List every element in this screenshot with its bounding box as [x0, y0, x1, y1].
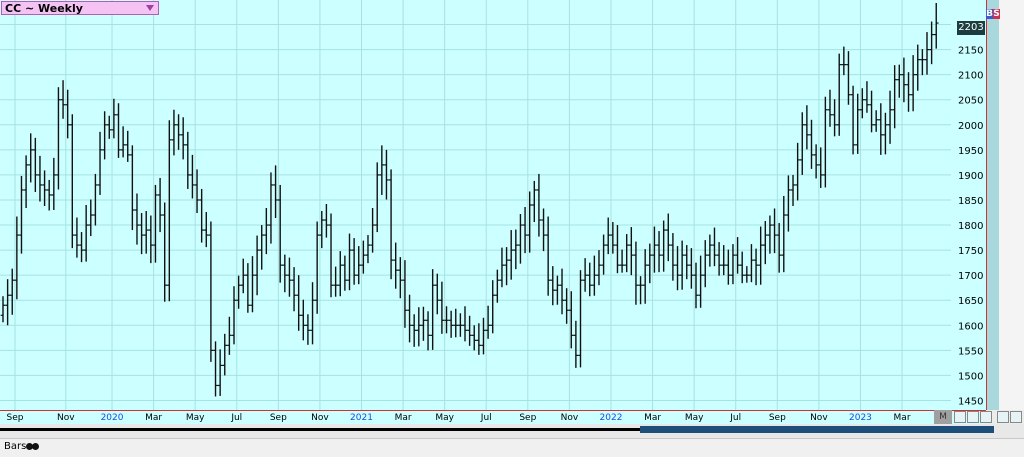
x-tick-label: Sep: [270, 413, 287, 423]
symbol-title: CC ~ Weekly: [5, 2, 83, 15]
x-tick-label: 2021: [350, 413, 373, 423]
y-tick-label: 2150: [958, 46, 983, 57]
y-tick-label: 2000: [958, 121, 983, 132]
x-tick-label: Sep: [7, 413, 24, 423]
y-tick-label: 1900: [958, 171, 983, 182]
y-tick-label: 1500: [958, 371, 983, 382]
x-tick-label: Nov: [561, 413, 579, 423]
y-tick-label: 1700: [958, 271, 983, 282]
scroll-right-icon[interactable]: [1010, 411, 1022, 423]
ohlc-chart: 1450 1500 1550 1600 1650 1700 1750 1800 1850 1900…: [0, 0, 983, 423]
x-tick-label: Sep: [769, 413, 786, 423]
x-tick-label: Nov: [810, 413, 828, 423]
y-tick-label: 2100: [958, 71, 983, 82]
x-tick-label: Sep: [519, 413, 536, 423]
y-tick-label: 2050: [958, 96, 983, 107]
x-tick-label: Mar: [395, 413, 412, 423]
x-tick-label: Mar: [894, 413, 911, 423]
zoom-in-icon[interactable]: [967, 411, 979, 423]
x-tick-label: 2022: [600, 413, 623, 423]
y-tick-label: 1450: [958, 396, 983, 407]
last-price-badge: 2203: [957, 21, 985, 35]
x-tick-label: Jul: [729, 413, 741, 423]
axis-edge-label: M: [934, 410, 952, 424]
status-bar: [0, 438, 1024, 457]
symbol-selector[interactable]: CC ~ Weekly: [1, 1, 159, 15]
x-tick-label: Jul: [230, 413, 242, 423]
x-tick-label: 2020: [101, 413, 124, 423]
sell-button[interactable]: S: [993, 9, 1000, 19]
x-tick-label: May: [685, 413, 704, 423]
order-buttons: BS: [986, 9, 1000, 19]
zoom-out-icon[interactable]: [954, 411, 966, 423]
y-tick-label: 1550: [958, 346, 983, 357]
y-tick-label: 1850: [958, 196, 983, 207]
dropdown-arrow-icon: [146, 5, 154, 11]
x-tick-label: Mar: [145, 413, 162, 423]
scrollbar-thumb[interactable]: [640, 426, 994, 433]
y-tick-label: 1800: [958, 221, 983, 232]
buy-button[interactable]: B: [986, 9, 993, 19]
x-tick-label: Jul: [480, 413, 492, 423]
x-tick-label: May: [186, 413, 205, 423]
compress-icon[interactable]: [980, 411, 992, 423]
x-tick-label: Nov: [57, 413, 75, 423]
y-tick-label: 1600: [958, 321, 983, 332]
chart-type-label[interactable]: Bars: [4, 441, 26, 452]
x-tick-label: Mar: [644, 413, 661, 423]
x-tick-label: 2023: [849, 413, 872, 423]
x-tick-label: May: [435, 413, 454, 423]
chart-link-icon[interactable]: [26, 443, 40, 451]
x-tick-label: Nov: [311, 413, 329, 423]
scroll-left-icon[interactable]: [997, 411, 1009, 423]
y-tick-label: 1650: [958, 296, 983, 307]
y-tick-label: 1950: [958, 146, 983, 157]
y-tick-label: 1750: [958, 246, 983, 257]
